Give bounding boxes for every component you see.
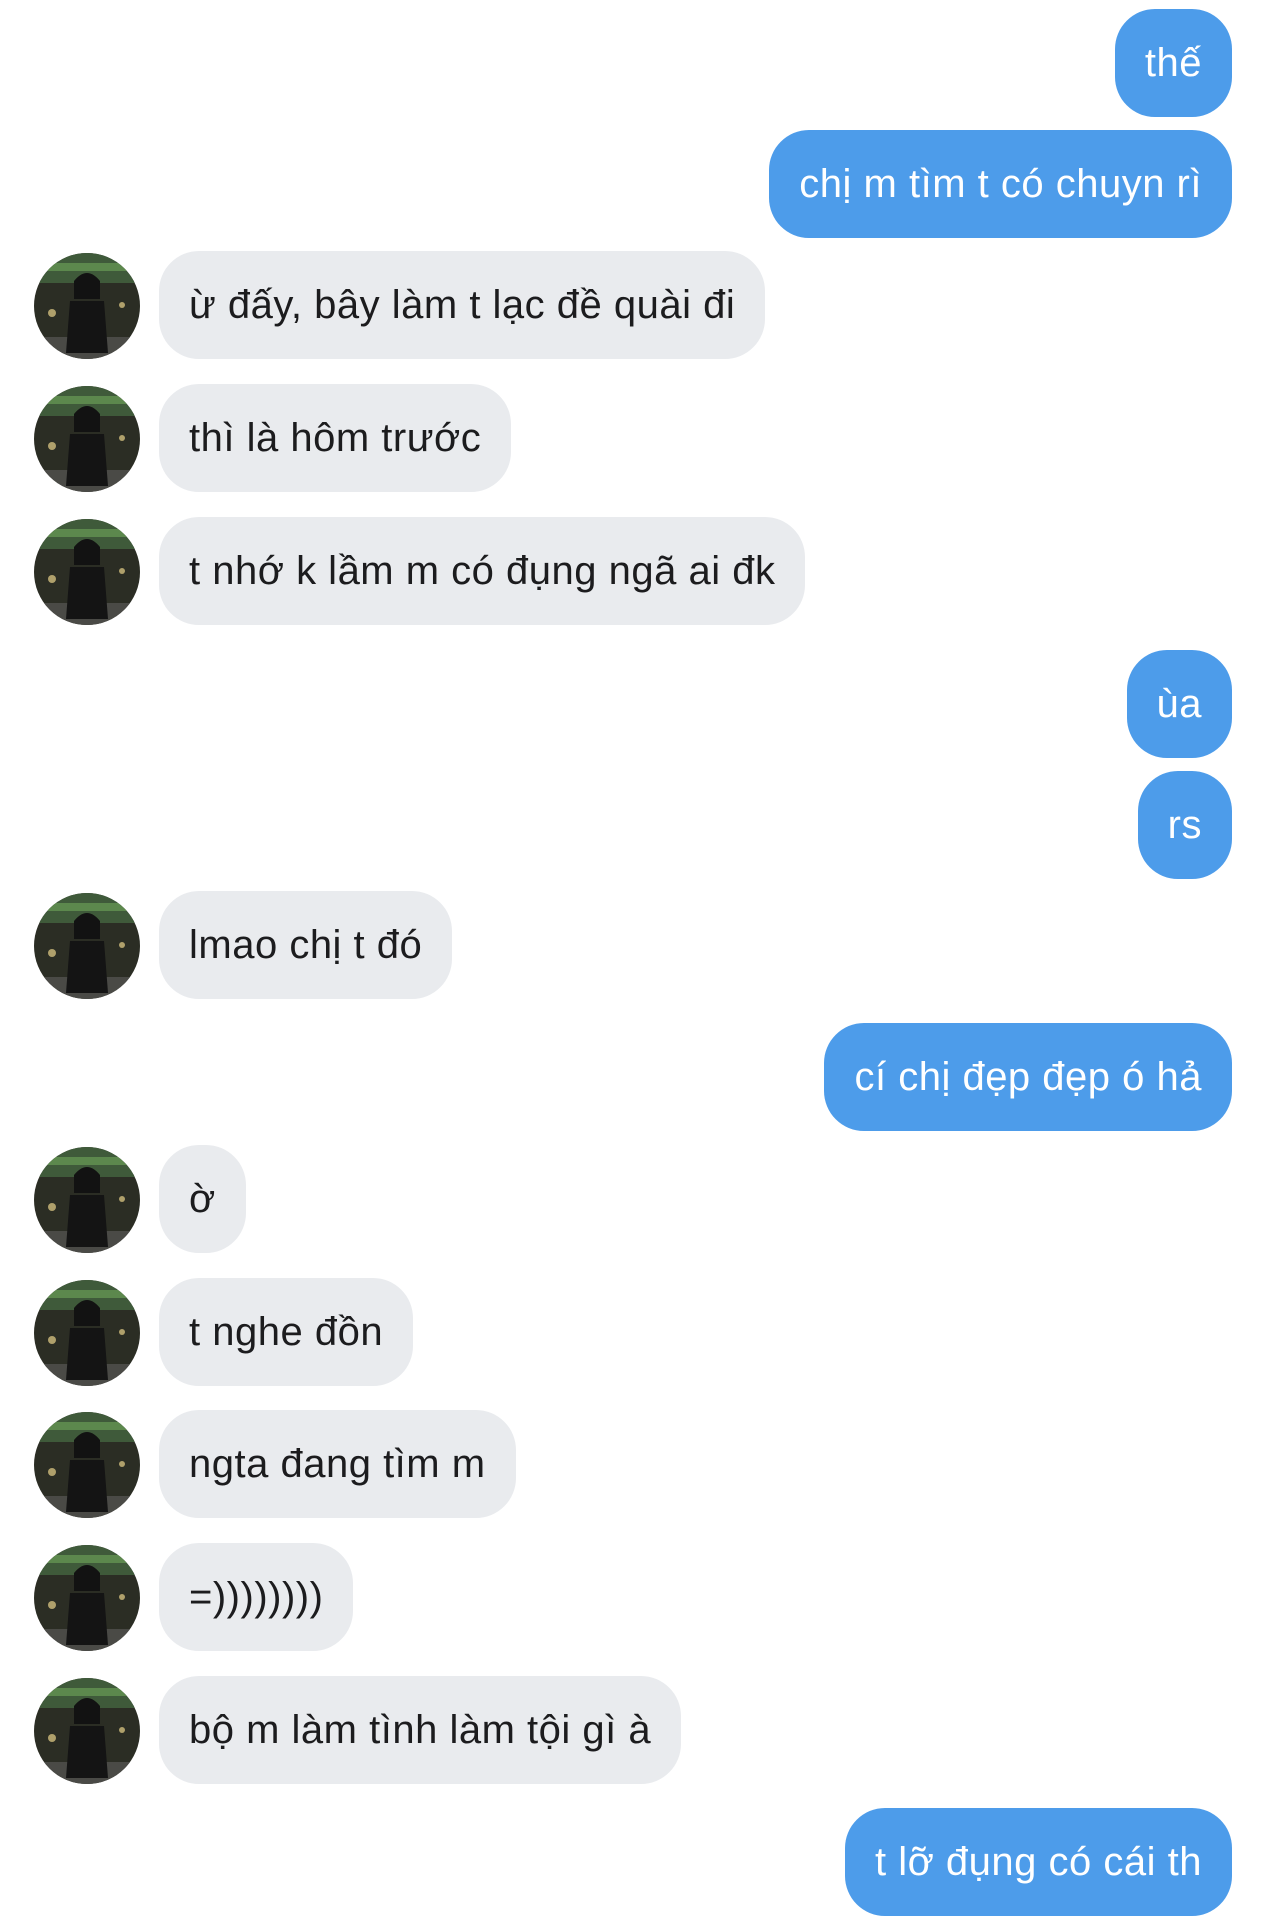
message-text: bộ m làm tình làm tội gì à [189, 1708, 652, 1752]
outgoing-message-bubble[interactable]: chị m tìm t có chuyn rì [769, 130, 1232, 238]
contact-avatar[interactable] [34, 519, 140, 625]
incoming-message-bubble[interactable]: =)))))))) [159, 1543, 354, 1651]
outgoing-message-bubble[interactable]: ùa [1126, 650, 1232, 758]
incoming-message-bubble[interactable]: ờ [159, 1145, 246, 1253]
chat-thread: thế chị m tìm t có chuyn rì ừ đấy, bây l… [0, 0, 1268, 1920]
incoming-message-bubble[interactable]: t nhớ k lầm m có đụng ngã ai đk [159, 517, 806, 625]
message-text: thế [1144, 41, 1202, 85]
contact-avatar[interactable] [34, 1678, 140, 1784]
avatar-photo-icon [34, 1412, 140, 1518]
message-text: =)))))))) [189, 1575, 324, 1619]
avatar-photo-icon [34, 1678, 140, 1784]
avatar-photo-icon [34, 1545, 140, 1651]
avatar-photo-icon [34, 893, 140, 999]
message-text: ờ [189, 1177, 216, 1221]
message-text: thì là hôm trước [189, 416, 482, 460]
incoming-message-bubble[interactable]: ngta đang tìm m [159, 1410, 516, 1518]
contact-avatar[interactable] [34, 1545, 140, 1651]
message-text: rs [1167, 803, 1202, 847]
incoming-message-bubble[interactable]: bộ m làm tình làm tội gì à [159, 1676, 682, 1784]
outgoing-message-bubble[interactable]: rs [1137, 771, 1232, 879]
message-text: t lỡ đụng có cái th [874, 1840, 1202, 1884]
contact-avatar[interactable] [34, 386, 140, 492]
contact-avatar[interactable] [34, 1412, 140, 1518]
message-text: lmao chị t đó [189, 923, 423, 967]
message-text: t nhớ k lầm m có đụng ngã ai đk [189, 549, 776, 593]
incoming-message-bubble[interactable]: ừ đấy, bây làm t lạc đề quài đi [159, 251, 766, 359]
incoming-message-bubble[interactable]: thì là hôm trước [159, 384, 512, 492]
avatar-photo-icon [34, 253, 140, 359]
outgoing-message-bubble[interactable]: thế [1114, 9, 1232, 117]
avatar-photo-icon [34, 1280, 140, 1386]
outgoing-message-bubble[interactable]: cí chị đẹp đẹp ó hả [824, 1023, 1232, 1131]
avatar-photo-icon [34, 1147, 140, 1253]
contact-avatar[interactable] [34, 1147, 140, 1253]
message-text: ùa [1156, 682, 1202, 726]
message-text: t nghe đồn [189, 1310, 384, 1354]
outgoing-message-bubble[interactable]: t lỡ đụng có cái th [844, 1808, 1232, 1916]
message-text: ngta đang tìm m [189, 1442, 486, 1486]
message-text: ừ đấy, bây làm t lạc đề quài đi [189, 283, 736, 327]
avatar-photo-icon [34, 519, 140, 625]
contact-avatar[interactable] [34, 893, 140, 999]
incoming-message-bubble[interactable]: lmao chị t đó [159, 891, 453, 999]
message-text: cí chị đẹp đẹp ó hả [854, 1055, 1202, 1099]
contact-avatar[interactable] [34, 253, 140, 359]
incoming-message-bubble[interactable]: t nghe đồn [159, 1278, 414, 1386]
contact-avatar[interactable] [34, 1280, 140, 1386]
avatar-photo-icon [34, 386, 140, 492]
message-text: chị m tìm t có chuyn rì [799, 162, 1202, 206]
